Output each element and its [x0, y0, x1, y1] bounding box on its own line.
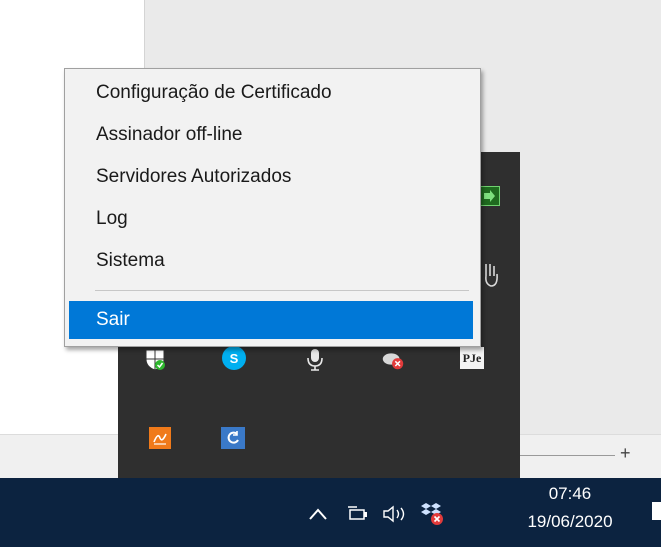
zoom-slider[interactable]: [520, 455, 615, 456]
menu-separator: [95, 290, 469, 291]
skype-icon[interactable]: S: [222, 346, 246, 370]
menu-item-certificate-config[interactable]: Configuração de Certificado: [69, 74, 473, 112]
network-icon[interactable]: [347, 505, 371, 528]
shield-check-icon[interactable]: [142, 346, 168, 372]
menu-item-offline-signer[interactable]: Assinador off-line: [69, 116, 473, 154]
clock-date[interactable]: 19/06/2020: [500, 512, 640, 532]
volume-icon[interactable]: [382, 504, 412, 529]
notification-icon[interactable]: [652, 502, 661, 520]
pjc-icon[interactable]: PJe: [460, 347, 484, 369]
hand-icon[interactable]: [478, 262, 504, 288]
pjc-icon-text: PJe: [462, 350, 482, 365]
context-menu: Configuração de Certificado Assinador of…: [64, 68, 481, 347]
signature-app-icon[interactable]: [149, 427, 171, 449]
chevron-up-icon[interactable]: [308, 507, 328, 526]
menu-item-system[interactable]: Sistema: [69, 242, 473, 280]
menu-item-log[interactable]: Log: [69, 200, 473, 238]
cloud-error-icon[interactable]: [380, 346, 406, 372]
menu-item-authorized-servers[interactable]: Servidores Autorizados: [69, 158, 473, 196]
refresh-app-icon[interactable]: [221, 427, 245, 449]
clock-time[interactable]: 07:46: [520, 484, 620, 504]
dropbox-error-icon[interactable]: [418, 500, 446, 531]
microphone-icon[interactable]: [302, 346, 328, 372]
green-arrow-icon[interactable]: [478, 186, 500, 206]
menu-item-exit[interactable]: Sair: [69, 301, 473, 339]
zoom-plus-button[interactable]: +: [620, 443, 631, 464]
